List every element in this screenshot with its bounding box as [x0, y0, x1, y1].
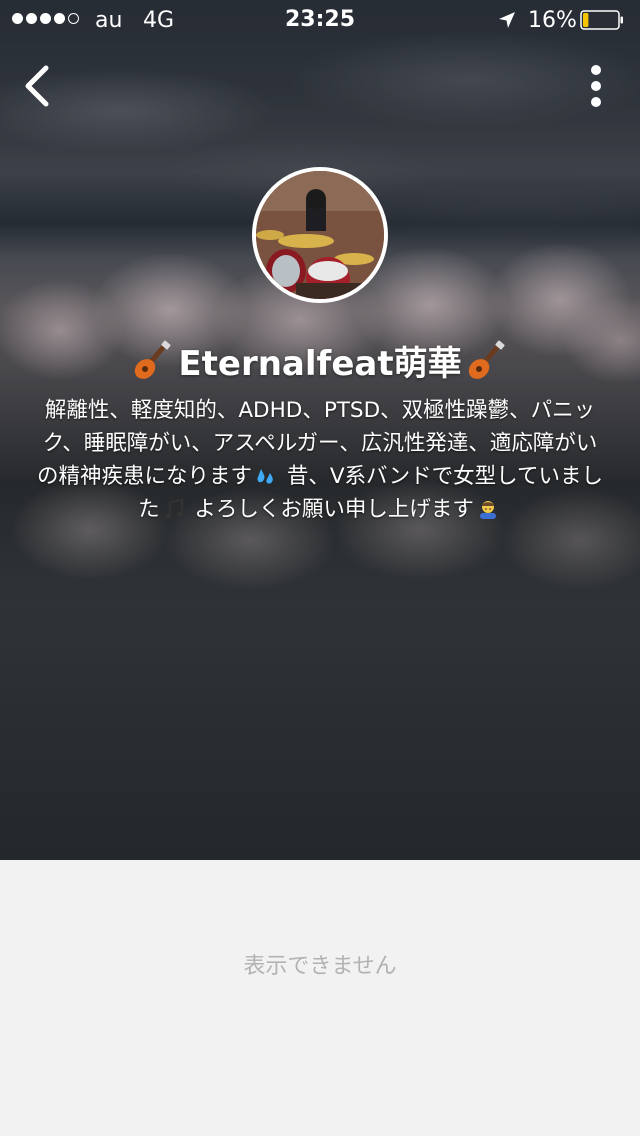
- more-options-button[interactable]: [580, 62, 612, 110]
- musical-notes-icon: [164, 498, 183, 519]
- battery-percent: 16%: [528, 8, 577, 33]
- posts-area: 表示できません: [0, 860, 640, 1136]
- profile-bio: 解離性、軽度知的、ADHD、PTSD、双極性躁鬱、パニック、睡眠障がい、アスペル…: [34, 394, 606, 526]
- drummer-photo: [256, 171, 384, 299]
- sweat-droplets-icon: [257, 469, 273, 484]
- location-arrow-icon: [499, 12, 515, 28]
- bio-text-3: よろしくお願い申し上げます: [187, 497, 474, 522]
- battery-icon: [580, 10, 623, 30]
- guitar-emoji-icon: [135, 340, 172, 379]
- profile-name: Eternalfeat萌華: [0, 336, 640, 385]
- bowing-person-icon: [479, 501, 496, 519]
- profile-avatar[interactable]: [252, 167, 388, 303]
- back-button[interactable]: [18, 62, 58, 110]
- guitar-emoji-icon: [468, 340, 505, 379]
- status-bar: au 4G 23:25 16%: [0, 0, 640, 40]
- profile-name-text: Eternalfeat萌華: [178, 344, 462, 384]
- empty-message: 表示できません: [243, 954, 397, 979]
